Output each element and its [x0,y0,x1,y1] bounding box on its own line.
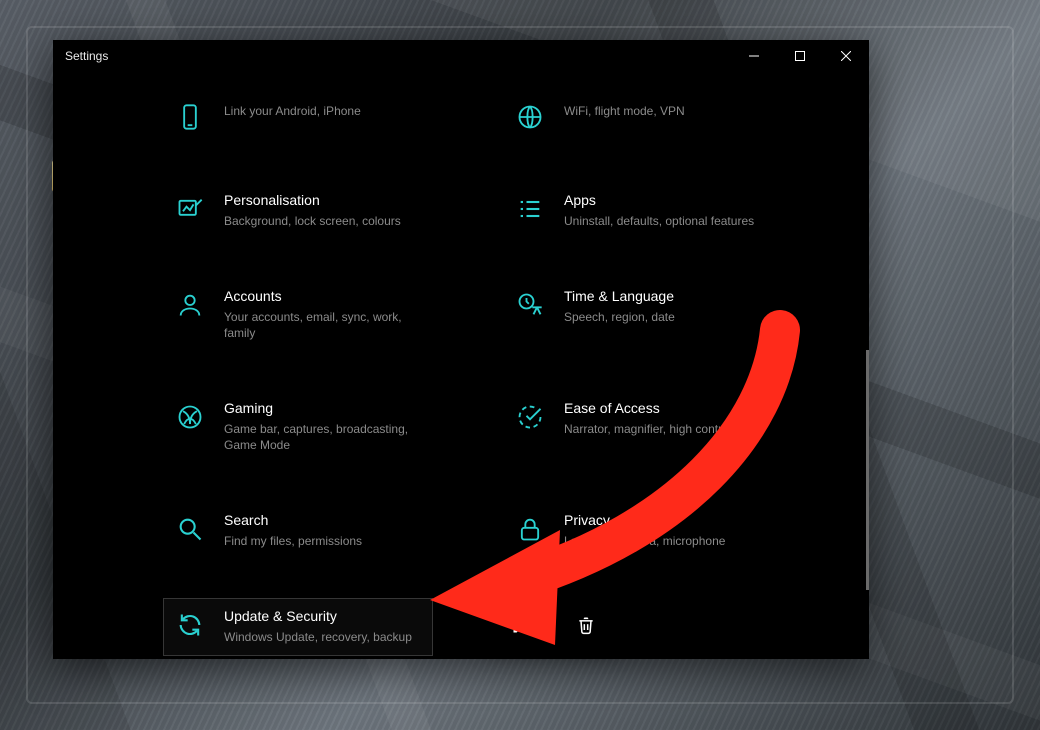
paint-icon [174,193,206,225]
tile-desc: Link your Android, iPhone [224,103,422,119]
tile-title: Time & Language [564,287,762,305]
tile-desc: Uninstall, defaults, optional features [564,213,762,229]
ease-of-access-icon [514,401,546,433]
tile-personalisation[interactable]: Personalisation Background, lock screen,… [163,182,433,240]
tile-title: Accounts [224,287,422,305]
annotation-toolbar [488,604,618,646]
tile-desc: Narrator, magnifier, high contrast [564,421,762,437]
edit-button[interactable] [501,605,541,645]
scrollbar[interactable] [866,350,869,590]
settings-window: Settings [53,40,869,659]
delete-button[interactable] [566,605,606,645]
desktop-wallpaper: Rem Reco DCI Settings [0,0,1040,730]
time-language-icon [514,289,546,321]
tile-desc: Game bar, captures, broadcasting, Game M… [224,421,422,453]
settings-content: Link your Android, iPhone WiFi, flight m… [53,72,869,659]
lock-icon [514,513,546,545]
tile-phone[interactable]: Link your Android, iPhone [163,90,433,144]
tile-title: Ease of Access [564,399,762,417]
tile-gaming[interactable]: Gaming Game bar, captures, broadcasting,… [163,390,433,464]
close-button[interactable] [823,40,869,72]
search-icon [174,513,206,545]
maximize-button[interactable] [777,40,823,72]
tile-desc: WiFi, flight mode, VPN [564,103,762,119]
tile-update-security[interactable]: Update & Security Windows Update, recove… [163,598,433,656]
tile-search[interactable]: Search Find my files, permissions [163,502,433,560]
window-title: Settings [65,49,108,63]
minimize-button[interactable] [731,40,777,72]
globe-icon [514,101,546,133]
tile-ease-of-access[interactable]: Ease of Access Narrator, magnifier, high… [503,390,773,464]
tile-title: Personalisation [224,191,422,209]
tile-title: Update & Security [224,607,422,625]
tile-desc: Location, camera, microphone [564,533,762,549]
tile-privacy[interactable]: Privacy Location, camera, microphone [503,502,773,560]
tile-desc: Your accounts, email, sync, work, family [224,309,422,341]
tile-network[interactable]: WiFi, flight mode, VPN [503,90,773,144]
titlebar[interactable]: Settings [53,40,869,72]
tile-title: Gaming [224,399,422,417]
tile-desc: Find my files, permissions [224,533,422,549]
person-icon [174,289,206,321]
sync-icon [174,609,206,641]
apps-list-icon [514,193,546,225]
tile-time-language[interactable]: Time & Language Speech, region, date [503,278,773,352]
tile-accounts[interactable]: Accounts Your accounts, email, sync, wor… [163,278,433,352]
tile-desc: Background, lock screen, colours [224,213,422,229]
tile-apps[interactable]: Apps Uninstall, defaults, optional featu… [503,182,773,240]
phone-icon [174,101,206,133]
xbox-icon [174,401,206,433]
tile-title: Search [224,511,422,529]
tile-title: Apps [564,191,762,209]
tile-desc: Speech, region, date [564,309,762,325]
tile-desc: Windows Update, recovery, backup [224,629,422,645]
tile-title: Privacy [564,511,762,529]
